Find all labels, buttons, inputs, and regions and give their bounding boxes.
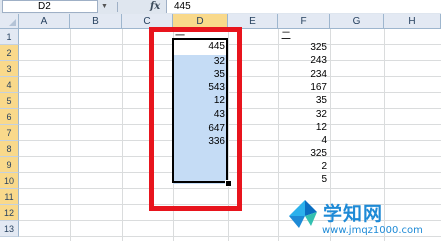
insert-function-icon[interactable]: fx bbox=[150, 0, 160, 13]
row-header-13[interactable]: 13 bbox=[0, 221, 19, 237]
watermark-title: 学知网 bbox=[323, 203, 384, 225]
watermark-url: www.jmqz1000.com bbox=[322, 225, 423, 236]
watermark: 学知网 www.jmqz1000.com bbox=[286, 196, 441, 241]
highlight-box bbox=[149, 27, 242, 211]
select-all-button[interactable] bbox=[0, 14, 19, 29]
watermark-logo-icon bbox=[289, 200, 317, 228]
formula-input[interactable]: 445 bbox=[166, 0, 441, 13]
column-header-b[interactable]: B bbox=[70, 14, 122, 29]
row-header-8[interactable]: 8 bbox=[0, 141, 19, 157]
select-all-icon bbox=[9, 19, 16, 26]
row-header-7[interactable]: 7 bbox=[0, 125, 19, 141]
name-box-dropdown-icon[interactable]: ▼ bbox=[101, 0, 108, 13]
column-header-f[interactable]: F bbox=[278, 14, 330, 29]
row-header-4[interactable]: 4 bbox=[0, 77, 19, 93]
name-box[interactable]: D2 bbox=[2, 0, 98, 13]
row-header-6[interactable]: 6 bbox=[0, 109, 19, 125]
formula-bar: D2 ▼ fx 445 bbox=[0, 0, 441, 15]
row-header-3[interactable]: 3 bbox=[0, 61, 19, 77]
row-header-10[interactable]: 10 bbox=[0, 173, 19, 189]
row-header-1[interactable]: 1 bbox=[0, 29, 19, 45]
row-header-12[interactable]: 12 bbox=[0, 205, 19, 221]
row-header-5[interactable]: 5 bbox=[0, 93, 19, 109]
column-header-a[interactable]: A bbox=[19, 14, 70, 29]
row-header-2[interactable]: 2 bbox=[0, 45, 19, 61]
cell-f12[interactable]: 5 bbox=[260, 172, 327, 188]
column-header-g[interactable]: G bbox=[330, 14, 384, 29]
row-header-11[interactable]: 11 bbox=[0, 189, 19, 205]
formula-bar-divider bbox=[117, 2, 118, 12]
column-header-h[interactable]: H bbox=[384, 14, 441, 29]
row-header-9[interactable]: 9 bbox=[0, 157, 19, 173]
